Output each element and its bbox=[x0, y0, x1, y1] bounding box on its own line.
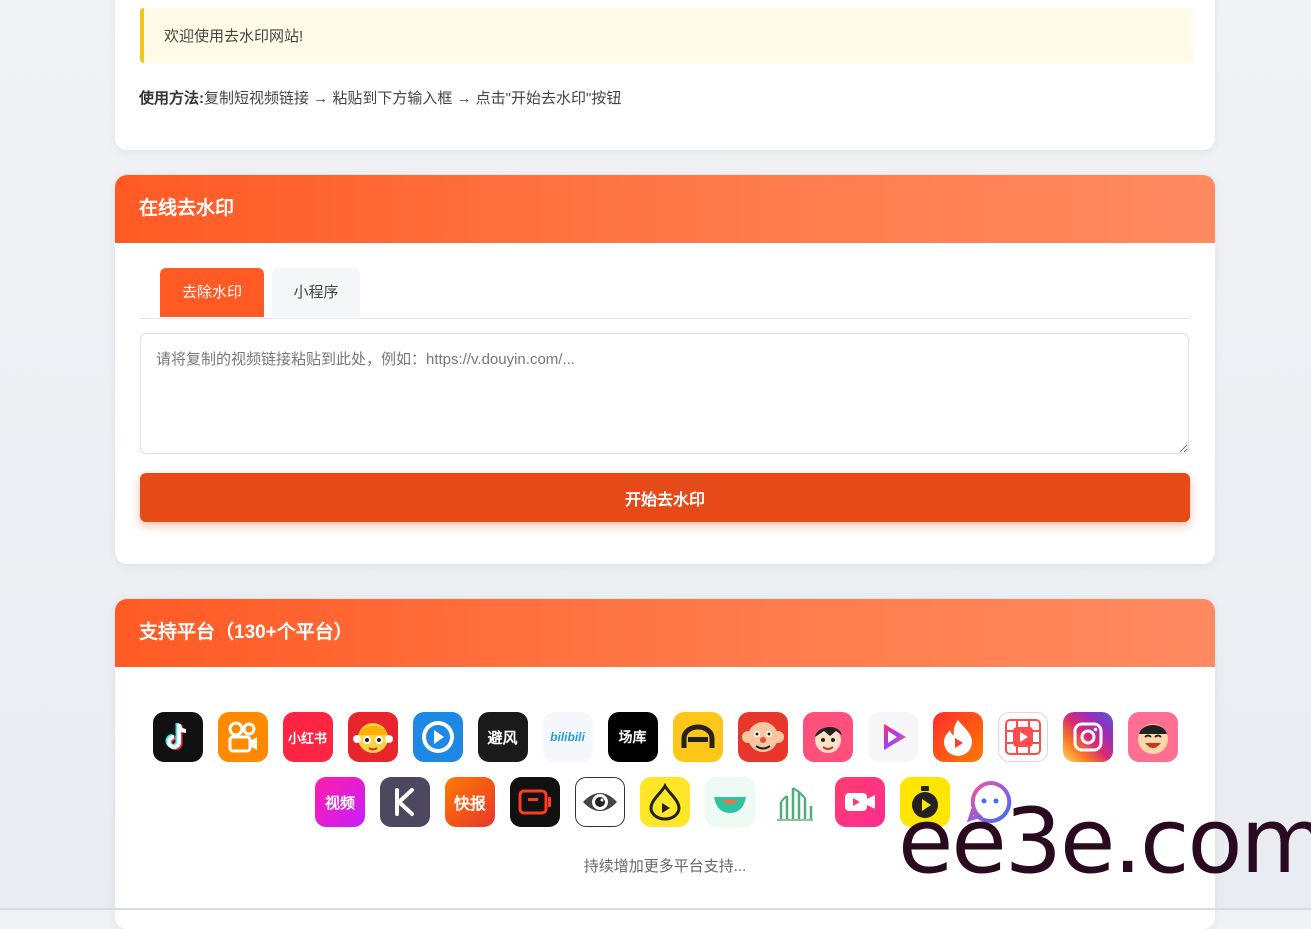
shipin-icon[interactable]: 视频 bbox=[315, 777, 365, 827]
play-triangle-icon[interactable] bbox=[867, 712, 918, 762]
shipin-text: 视频 bbox=[324, 794, 355, 812]
instagram-icon[interactable] bbox=[1062, 712, 1113, 762]
red-grid-icon[interactable] bbox=[997, 712, 1048, 762]
tab-mini-program[interactable]: 小程序 bbox=[272, 268, 360, 317]
kuaibao-text: 快报 bbox=[453, 796, 486, 813]
changku-text: 场库 bbox=[618, 729, 647, 745]
huoshan-icon[interactable] bbox=[932, 712, 983, 762]
monkey-icon[interactable] bbox=[737, 712, 788, 762]
tool-title: 在线去水印 bbox=[115, 175, 1215, 243]
intro-card: 欢迎使用去水印网站! 使用方法:复制短视频链接 → 粘贴到下方输入框 → 点击"… bbox=[115, 0, 1215, 150]
pear-play-icon[interactable] bbox=[640, 777, 690, 827]
douyin-icon[interactable] bbox=[152, 712, 203, 762]
platform-icons-row-1: 小红书 避风 bilibili 场库 bbox=[115, 712, 1215, 762]
welcome-notice: 欢迎使用去水印网站! bbox=[140, 8, 1193, 63]
bilibili-text: bilibili bbox=[550, 730, 585, 744]
eye-icon[interactable] bbox=[575, 777, 625, 827]
site-watermark: ee3e.com bbox=[898, 789, 1311, 894]
kuaibao-icon[interactable]: 快报 bbox=[445, 777, 495, 827]
usage-label: 使用方法: bbox=[139, 90, 204, 107]
usage-text: 复制短视频链接 → 粘贴到下方输入框 → 点击"开始去水印"按钮 bbox=[204, 90, 622, 107]
kuaishou-icon[interactable] bbox=[217, 712, 268, 762]
bowl-icon[interactable] bbox=[705, 777, 755, 827]
bilibili-icon[interactable]: bilibili bbox=[542, 712, 593, 762]
bamboo-icon[interactable] bbox=[770, 777, 820, 827]
video-link-input[interactable] bbox=[140, 333, 1189, 454]
laugh-face-icon[interactable] bbox=[1127, 712, 1178, 762]
watermark-tool-card: 在线去水印 去除水印 小程序 开始去水印 bbox=[115, 175, 1215, 564]
tool-tabs: 去除水印 小程序 bbox=[140, 268, 1190, 319]
xiaohongshu-icon[interactable]: 小红书 bbox=[282, 712, 333, 762]
platforms-title: 支持平台（130+个平台） bbox=[115, 599, 1215, 667]
xiaohongshu-text: 小红书 bbox=[287, 730, 327, 746]
car-icon[interactable] bbox=[672, 712, 723, 762]
bifeng-text: 避风 bbox=[487, 729, 518, 747]
tab-remove-watermark[interactable]: 去除水印 bbox=[160, 268, 264, 317]
start-remove-button[interactable]: 开始去水印 bbox=[140, 473, 1190, 522]
welcome-text: 欢迎使用去水印网站! bbox=[164, 28, 304, 45]
cartoon-boy-icon[interactable] bbox=[802, 712, 853, 762]
video-camera-icon[interactable] bbox=[835, 777, 885, 827]
bifeng-icon[interactable]: 避风 bbox=[477, 712, 528, 762]
changku-icon[interactable]: 场库 bbox=[607, 712, 658, 762]
video-play-icon[interactable] bbox=[412, 712, 463, 762]
usage-instructions: 使用方法:复制短视频链接 → 粘贴到下方输入框 → 点击"开始去水印"按钮 bbox=[139, 87, 621, 108]
k-icon[interactable] bbox=[380, 777, 430, 827]
manga-icon[interactable] bbox=[347, 712, 398, 762]
video-frame-icon[interactable] bbox=[510, 777, 560, 827]
